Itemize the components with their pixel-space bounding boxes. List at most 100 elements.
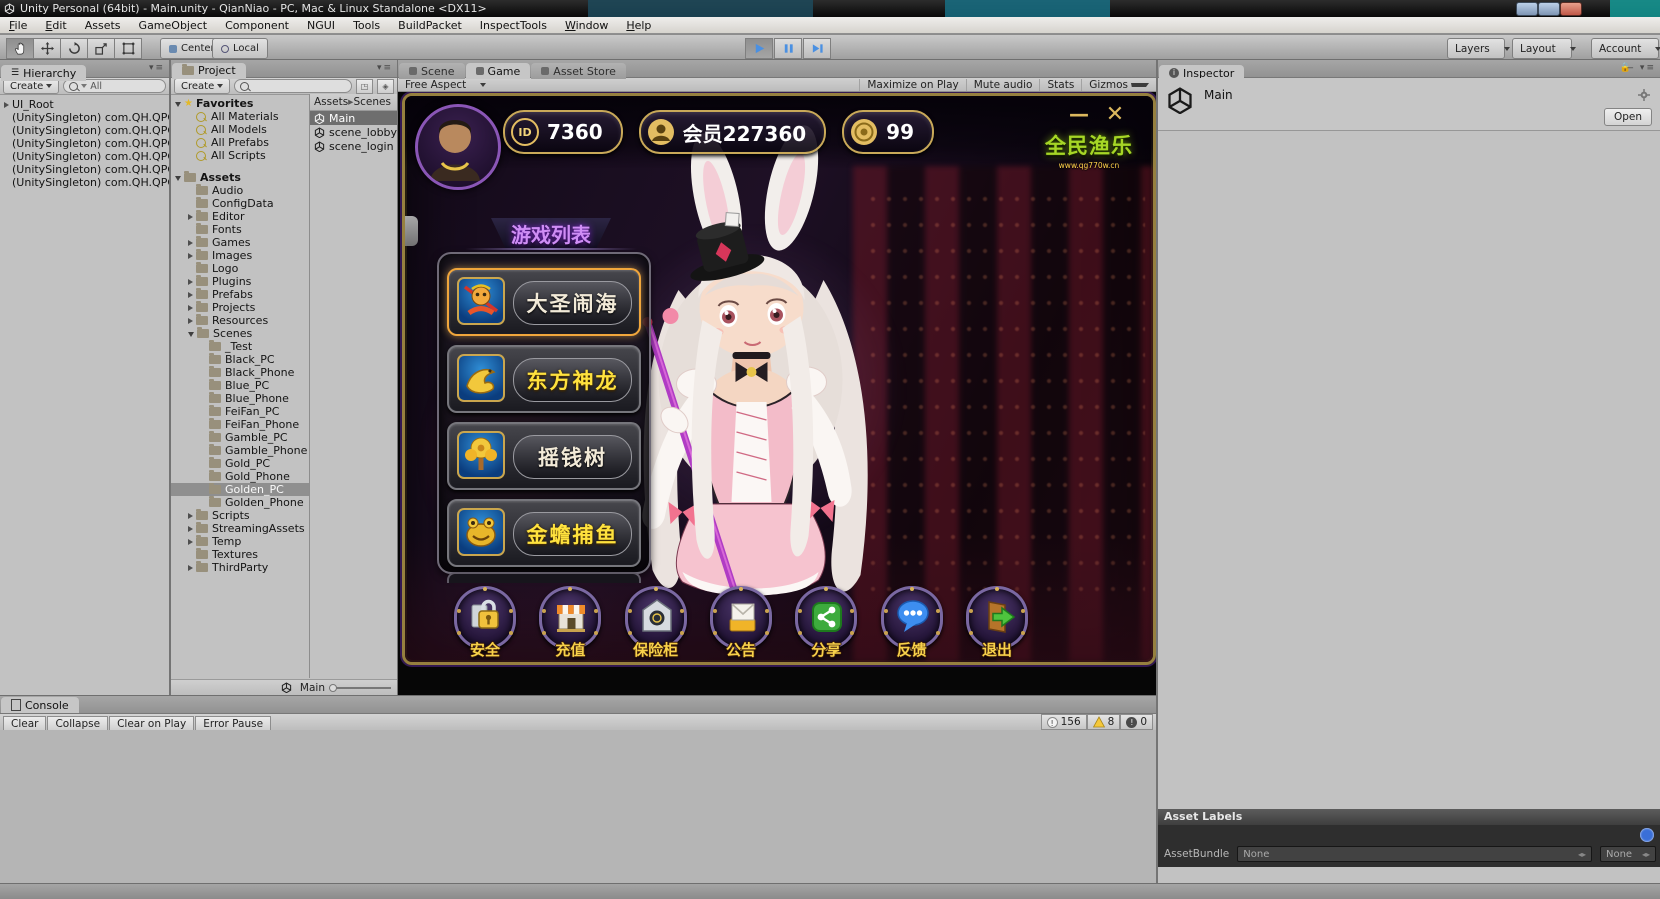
- breadcrumb-scenes[interactable]: Scenes: [353, 96, 390, 108]
- asset-main[interactable]: Main: [310, 111, 397, 125]
- menu-tools[interactable]: Tools: [344, 17, 389, 34]
- expand-arrow-icon[interactable]: [175, 102, 181, 107]
- project-folder-scenes[interactable]: Scenes: [171, 327, 309, 340]
- game-button-大圣闹海[interactable]: 大圣闹海: [447, 268, 641, 336]
- label-tag-icon[interactable]: [1640, 828, 1654, 842]
- asset-scene-login[interactable]: scene_login: [310, 139, 397, 153]
- info-count-toggle[interactable]: ! 156: [1041, 714, 1087, 730]
- minimize-window-button[interactable]: [1516, 2, 1538, 16]
- project-folder-editor[interactable]: Editor: [171, 210, 309, 223]
- menu-ngui[interactable]: NGUI: [298, 17, 344, 34]
- game-button-东方神龙[interactable]: 东方神龙: [447, 345, 641, 413]
- close-window-button[interactable]: [1560, 2, 1582, 16]
- menu-inspecttools[interactable]: InspectTools: [471, 17, 556, 34]
- project-folder-all-scripts[interactable]: All Scripts: [171, 149, 309, 162]
- account-dropdown[interactable]: Account: [1591, 38, 1659, 59]
- assetbundle-variant-select[interactable]: None◂▸: [1600, 846, 1656, 862]
- hierarchy-item-unitysingleton-com-qh-qpgam[interactable]: (UnitySingleton) com.QH.QPGam: [0, 150, 169, 163]
- project-folder-all-models[interactable]: All Models: [171, 123, 309, 136]
- menu-assets[interactable]: Assets: [76, 17, 130, 34]
- project-folder-golden-pc[interactable]: Golden_PC: [171, 483, 309, 496]
- project-search-input[interactable]: [234, 79, 352, 93]
- warning-count-toggle[interactable]: 8: [1087, 714, 1121, 730]
- project-tab[interactable]: Project: [172, 63, 246, 79]
- project-folder-blue-phone[interactable]: Blue_Phone: [171, 392, 309, 405]
- project-folder-logo[interactable]: Logo: [171, 262, 309, 275]
- hierarchy-item-unitysingleton-com-qh-qpgam[interactable]: (UnitySingleton) com.QH.QPGam: [0, 163, 169, 176]
- panel-lock-icon[interactable]: 🔒̶ ▾≡: [1620, 63, 1656, 73]
- project-folder-feifan-pc[interactable]: FeiFan_PC: [171, 405, 309, 418]
- project-folder-test[interactable]: _Test: [171, 340, 309, 353]
- layout-dropdown[interactable]: Layout: [1512, 38, 1572, 59]
- zoom-slider[interactable]: [329, 684, 391, 692]
- game-button-金蟾捕鱼[interactable]: 金蟾捕鱼: [447, 499, 641, 567]
- play-button[interactable]: [745, 38, 773, 59]
- dock-button-分享[interactable]: 分享: [794, 586, 858, 662]
- expand-arrow-icon[interactable]: [188, 279, 193, 285]
- aspect-dropdown[interactable]: Free Aspect: [398, 79, 486, 91]
- gameview-button-maximize-on-play[interactable]: Maximize on Play: [859, 79, 965, 91]
- hierarchy-item-unitysingleton-com-qh-qpgam[interactable]: (UnitySingleton) com.QH.QPGam: [0, 137, 169, 150]
- gear-icon[interactable]: [1638, 86, 1650, 98]
- hierarchy-tab[interactable]: ☰ Hierarchy: [1, 65, 86, 81]
- hierarchy-search-input[interactable]: All: [63, 79, 166, 93]
- splitter[interactable]: [397, 60, 398, 695]
- project-folder-configdata[interactable]: ConfigData: [171, 197, 309, 210]
- dock-button-充值[interactable]: 充值: [538, 586, 602, 662]
- project-folder-assets[interactable]: Assets: [171, 171, 309, 184]
- splitter[interactable]: [1156, 60, 1157, 883]
- expand-arrow-icon[interactable]: [188, 539, 193, 545]
- project-folder-audio[interactable]: Audio: [171, 184, 309, 197]
- tab-asset-store[interactable]: Asset Store: [531, 63, 626, 79]
- project-folder-thirdparty[interactable]: ThirdParty: [171, 561, 309, 574]
- project-folder-streamingassets[interactable]: StreamingAssets: [171, 522, 309, 535]
- side-drawer-tab[interactable]: [405, 216, 418, 246]
- console-tab[interactable]: Console: [1, 697, 79, 713]
- hierarchy-item-ui-root[interactable]: UI_Root: [0, 98, 169, 111]
- project-folder-black-pc[interactable]: Black_PC: [171, 353, 309, 366]
- menu-buildpacket[interactable]: BuildPacket: [389, 17, 471, 34]
- pause-button[interactable]: [774, 38, 802, 59]
- project-folder-prefabs[interactable]: Prefabs: [171, 288, 309, 301]
- expand-arrow-icon[interactable]: [188, 292, 193, 298]
- hierarchy-item-unitysingleton-com-qh-qpgam[interactable]: (UnitySingleton) com.QH.QPGam: [0, 124, 169, 137]
- asset-labels-header[interactable]: Asset Labels: [1158, 809, 1660, 825]
- dock-button-反馈[interactable]: 反馈: [880, 586, 944, 662]
- asset-scene-lobby[interactable]: scene_lobby: [310, 125, 397, 139]
- error-count-toggle[interactable]: ! 0: [1120, 714, 1153, 730]
- scale-tool[interactable]: [87, 38, 115, 59]
- project-folder-resources[interactable]: Resources: [171, 314, 309, 327]
- rotate-tool[interactable]: [60, 38, 88, 59]
- gameview-button-mute-audio[interactable]: Mute audio: [966, 79, 1040, 91]
- assetbundle-select[interactable]: None◂▸: [1237, 846, 1592, 862]
- menu-file[interactable]: File: [0, 17, 36, 34]
- project-folder-blue-pc[interactable]: Blue_PC: [171, 379, 309, 392]
- project-folder-projects[interactable]: Projects: [171, 301, 309, 314]
- panel-menu-icon[interactable]: ▾≡: [149, 63, 165, 73]
- expand-arrow-icon[interactable]: [188, 305, 193, 311]
- project-folder-feifan-phone[interactable]: FeiFan_Phone: [171, 418, 309, 431]
- project-folder-golden-phone[interactable]: Golden_Phone: [171, 496, 309, 509]
- menu-edit[interactable]: Edit: [36, 17, 75, 34]
- layers-dropdown[interactable]: Layers: [1447, 38, 1505, 59]
- dock-button-安全[interactable]: 安全: [453, 586, 517, 662]
- project-folder-favorites[interactable]: ★Favorites: [171, 97, 309, 110]
- tab-scene[interactable]: Scene: [399, 63, 465, 79]
- menu-component[interactable]: Component: [216, 17, 298, 34]
- avatar[interactable]: [415, 104, 501, 190]
- menu-window[interactable]: Window: [556, 17, 617, 34]
- panel-menu-icon[interactable]: ▾≡: [377, 63, 393, 73]
- hierarchy-item-unitysingleton-com-qh-qpgam[interactable]: (UnitySingleton) com.QH.QPGam: [0, 176, 169, 189]
- project-folder-images[interactable]: Images: [171, 249, 309, 262]
- project-folder-scripts[interactable]: Scripts: [171, 509, 309, 522]
- expand-arrow-icon[interactable]: [188, 526, 193, 532]
- menu-gameobject[interactable]: GameObject: [130, 17, 217, 34]
- project-folder-temp[interactable]: Temp: [171, 535, 309, 548]
- project-folder-gamble-phone[interactable]: Gamble_Phone: [171, 444, 309, 457]
- rect-tool[interactable]: [114, 38, 142, 59]
- splitter[interactable]: [170, 60, 171, 695]
- hand-tool[interactable]: [6, 38, 34, 59]
- move-tool[interactable]: [33, 38, 61, 59]
- expand-arrow-icon[interactable]: [188, 565, 193, 571]
- breadcrumb-assets[interactable]: Assets: [314, 96, 348, 108]
